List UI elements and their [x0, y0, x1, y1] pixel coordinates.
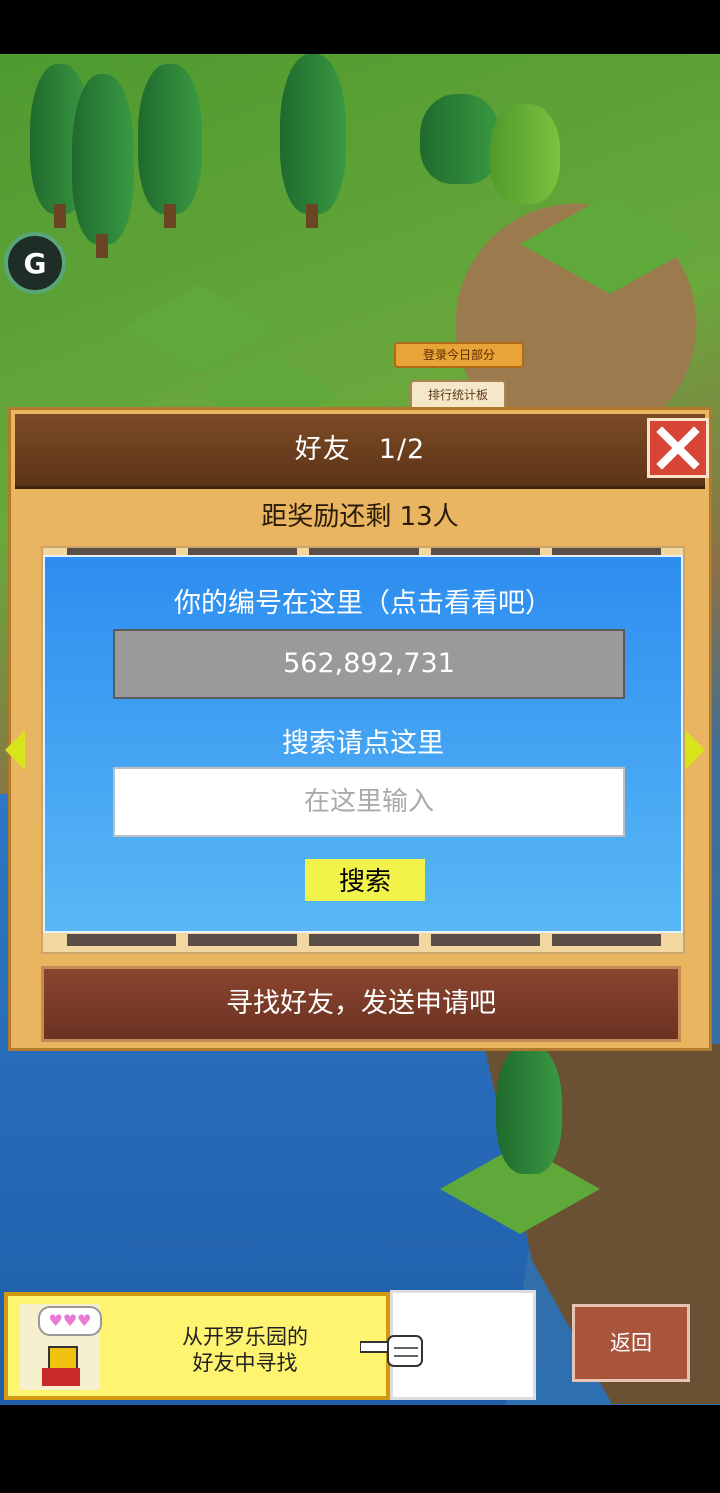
rank-board-sign[interactable]: 排行统计板: [410, 380, 506, 410]
your-id-value[interactable]: 562,892,731: [113, 629, 625, 699]
prev-page-arrow-icon[interactable]: [5, 730, 25, 770]
robot-body-icon: [42, 1368, 80, 1386]
hearts-bubble-icon: ♥♥♥: [38, 1306, 102, 1336]
pointing-hand-icon: [360, 1335, 423, 1367]
banner-text-line2: 好友中寻找: [192, 1351, 298, 1375]
grass-tile: [120, 284, 280, 374]
friend-search-panel: 你的编号在这里（点击看看吧） 562,892,731 搜索请点这里 搜索: [43, 555, 683, 933]
your-id-label: 你的编号在这里（点击看看吧）: [174, 588, 552, 619]
next-page-arrow-icon[interactable]: [685, 730, 705, 770]
g-badge-icon[interactable]: G: [4, 232, 66, 294]
back-button[interactable]: 返回: [572, 1304, 690, 1382]
friends-dialog: 好友 1/2 距奖励还剩 13人 你的编号在这里（点击看看吧） 562,892,…: [5, 407, 712, 1051]
robot-avatar: ♥♥♥: [20, 1304, 102, 1390]
dialog-header: 好友 1/2: [15, 414, 709, 489]
find-friends-button[interactable]: 寻找好友，发送申请吧: [41, 966, 681, 1042]
kairo-friends-banner[interactable]: ♥♥♥ 从开罗乐园的 好友中寻找: [4, 1292, 390, 1400]
close-icon: [656, 426, 700, 470]
banner-text: 从开罗乐园的 好友中寻找: [140, 1324, 350, 1376]
dialog-title: 好友 1/2: [294, 434, 426, 465]
tree-trunk: [54, 204, 66, 228]
status-bar: [0, 0, 720, 54]
navigation-bar: [0, 1405, 720, 1493]
tree-trunk: [306, 204, 318, 228]
tree: [496, 1044, 562, 1174]
friend-search-input[interactable]: [113, 767, 625, 837]
login-tag[interactable]: 登录今日部分: [394, 342, 524, 368]
banner-text-line1: 从开罗乐园的: [182, 1325, 308, 1349]
slot-strip-bottom: [67, 934, 662, 946]
tree-trunk: [164, 204, 176, 228]
tree-trunk: [96, 234, 108, 258]
search-label: 搜索请点这里: [282, 728, 444, 759]
close-button[interactable]: [647, 418, 709, 478]
tree: [280, 54, 346, 214]
fruit-tree: [490, 104, 560, 204]
reward-remaining-text: 距奖励还剩 13人: [261, 502, 459, 532]
tree: [72, 74, 134, 244]
grass-tile: [520, 194, 700, 294]
search-button[interactable]: 搜索: [305, 859, 425, 901]
tree: [138, 64, 202, 214]
tree: [420, 94, 500, 184]
